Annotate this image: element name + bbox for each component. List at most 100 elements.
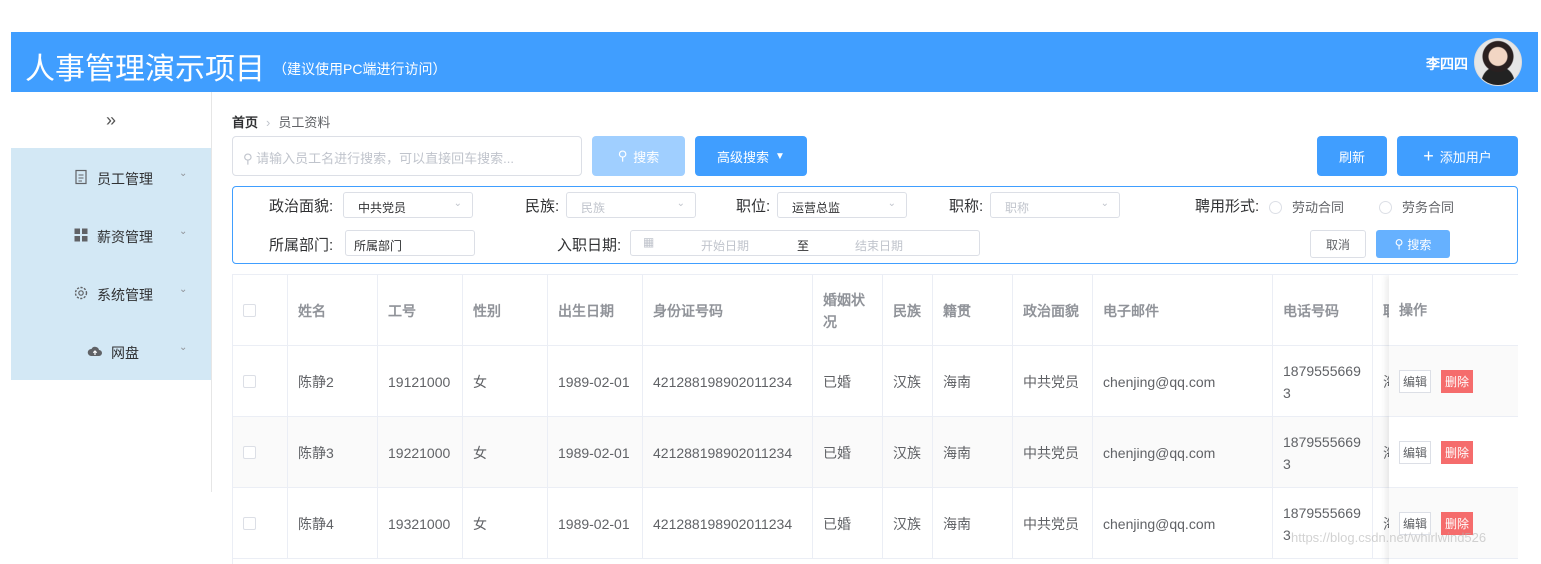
avatar[interactable] [1474,38,1522,86]
table-cell: 中共党员 [1013,346,1093,417]
table-cell: 海南 [933,488,1013,559]
chevron-down-icon: ⌄ [887,198,896,209]
caret-down-icon: ▼ [775,150,785,162]
position-select[interactable]: 运营总监 ⌄ [777,192,907,218]
table-cell[interactable] [233,346,288,417]
select-all-checkbox[interactable] [243,304,256,317]
sidebar-item-salary[interactable]: 薪资管理 ⌄ [11,206,211,264]
hire-date-range-picker[interactable]: ▦ 开始日期 至 结束日期 [630,230,980,256]
hire-type-radio-labor[interactable]: 劳动合同 [1269,197,1344,216]
delete-button[interactable]: 删除 [1441,440,1474,464]
table-cell: chenjing@qq.com [1093,488,1273,559]
table-cell: 中共党员 [1013,488,1093,559]
position-value: 运营总监 [792,201,841,215]
sidebar-item-disk[interactable]: 网盘 ⌄ [11,322,211,380]
political-value: 中共党员 [358,201,407,215]
title-select[interactable]: 职称 ⌄ [990,192,1120,218]
cell-text: 1989-02-01 [558,444,630,461]
table-header-cell[interactable] [233,275,288,346]
search-button-label: 搜索 [633,149,660,165]
sidebar-item-system[interactable]: 系统管理 ⌄ [11,264,211,322]
table-cell[interactable] [233,417,288,488]
sidebar-item-label: 网盘 [111,345,139,361]
cell-text: 1989-02-01 [558,373,630,390]
advanced-search-submit-button[interactable]: ⚲ 搜索 [1376,230,1450,258]
add-user-label: 添加用户 [1439,149,1492,165]
advanced-search-label: 高级搜索 [717,149,770,165]
table-row: 陈静4 19321000 女 1989-02-01 421288198902011234… [233,488,1518,559]
table-header-cell: 电话号码 [1273,275,1373,346]
chevron-down-icon: ⌄ [179,342,188,353]
operation-column: 操作 编辑 删除 编辑 删除 编辑 删除 [1389,275,1518,564]
sidebar-item-label: 系统管理 [97,287,153,303]
refresh-button[interactable]: 刷新 [1317,136,1387,176]
cell-text: 汉族 [893,373,921,390]
table-header-cell: 工号 [378,275,463,346]
cell-text: 中共党员 [1023,373,1079,390]
cloud-upload-icon [87,346,102,356]
plus-icon: + [1423,145,1434,166]
table-header-cell: 电子邮件 [1093,275,1273,346]
table-cell: 已婚 [813,417,883,488]
table-cell: 421288198902011234 [643,417,813,488]
search-placeholder: 请输入员工名进行搜索，可以直接回车搜索... [256,151,514,166]
edit-button[interactable]: 编辑 [1399,440,1432,464]
advanced-search-button[interactable]: 高级搜索 ▼ [695,136,807,176]
chevron-down-icon: ⌄ [179,226,188,237]
cell-text: 海南 [943,444,971,461]
table-cell: 1989-02-01 [548,417,643,488]
grid-icon [74,228,88,242]
edit-button[interactable]: 编辑 [1399,369,1432,393]
table-cell: 已婚 [813,488,883,559]
cell-text: 已婚 [823,373,851,390]
hire-date-label: 入职日期: [557,237,622,254]
advanced-search-panel: 政治面貌: 中共党员 ⌄ 民族: 民族 ⌄ 职位: 运营总监 ⌄ 职称: 职称 ⌄ 聘用… [232,186,1518,264]
column-header: 工号 [388,302,416,319]
document-icon [75,169,87,185]
cell-text: 19321000 [388,515,451,532]
collapse-icon[interactable]: » [11,110,211,131]
search-button[interactable]: ⚲ 搜索 [592,136,685,176]
column-header: 婚姻状况 [823,291,865,330]
nation-select[interactable]: 民族 ⌄ [566,192,696,218]
table-cell: 18795556693 [1273,346,1373,417]
department-input[interactable]: 所属部门 [345,230,475,256]
search-input[interactable]: ⚲ 请输入员工名进行搜索，可以直接回车搜索... [232,136,582,176]
political-select[interactable]: 中共党员 ⌄ [343,192,473,218]
table-cell: 1989-02-01 [548,488,643,559]
row-checkbox[interactable] [243,517,256,530]
cell-text: 已婚 [823,444,851,461]
cell-text: 421288198902011234 [653,515,793,532]
radio-circle-icon [1269,201,1282,214]
cancel-button[interactable]: 取消 [1310,230,1366,258]
table-cell: 19221000 [378,417,463,488]
breadcrumb-home[interactable]: 首页 [232,115,258,130]
table-cell: 1989-02-01 [548,346,643,417]
cell-text: chenjing@qq.com [1103,444,1216,461]
chevron-down-icon: ⌄ [453,198,462,209]
refresh-label: 刷新 [1338,149,1365,165]
row-checkbox[interactable] [243,446,256,459]
table-cell: 陈静2 [288,346,378,417]
table-cell: 已婚 [813,346,883,417]
hire-type-label: 聘用形式: [1195,198,1260,215]
cell-text: 陈静4 [298,515,334,532]
radio-label: 劳务合同 [1402,200,1455,215]
user-name[interactable]: 李四四 [1426,54,1468,74]
add-user-button[interactable]: + 添加用户 [1397,136,1518,176]
operation-cell: 编辑 删除 [1389,346,1518,417]
radio-circle-icon [1379,201,1392,214]
delete-button[interactable]: 删除 [1441,369,1474,393]
chevron-down-icon: ⌄ [179,284,188,295]
cell-text: 421288198902011234 [653,444,793,461]
chevron-down-icon: ⌄ [1100,198,1109,209]
table-cell: 陈静3 [288,417,378,488]
table-cell: 女 [463,346,548,417]
cell-text: 中共党员 [1023,515,1079,532]
sidebar-item-employee[interactable]: 员工管理 ⌄ [11,148,211,206]
table-cell: 女 [463,417,548,488]
cell-text: 海南 [943,373,971,390]
hire-type-radio-service[interactable]: 劳务合同 [1379,197,1454,216]
row-checkbox[interactable] [243,375,256,388]
table-cell[interactable] [233,488,288,559]
